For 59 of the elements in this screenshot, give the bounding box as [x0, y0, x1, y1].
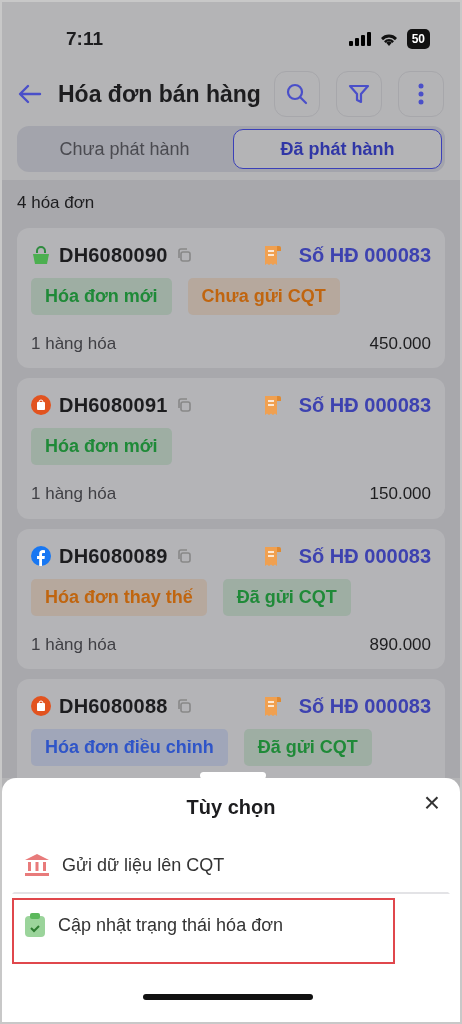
more-button[interactable] — [398, 71, 444, 117]
status-tag: Hóa đơn mới — [31, 428, 172, 465]
item-count: 1 hàng hóa — [31, 633, 117, 656]
more-icon — [418, 83, 424, 105]
status-tag: Hóa đơn điều chỉnh — [31, 729, 228, 766]
back-arrow-icon[interactable] — [18, 84, 42, 104]
close-button[interactable]: × — [417, 788, 446, 818]
search-icon — [285, 82, 309, 106]
menu-option[interactable]: Cập nhật trạng thái hóa đơn — [12, 898, 395, 964]
invoice-card[interactable]: DH6080089 Số HĐ 000083 Hóa đơn thay thế Đã gửi CQT 1 hàng hóa 890.000 — [17, 528, 445, 669]
item-count: 1 hàng hóa — [31, 483, 117, 505]
menu-option[interactable]: Gửi dữ liệu lên CQT — [12, 836, 450, 894]
invoice-number[interactable]: Số HĐ 000083 — [298, 390, 431, 420]
invoice-code: DH6080090 — [59, 242, 168, 268]
clipboard-check-icon — [24, 912, 46, 938]
item-count: 1 hàng hóa — [31, 332, 117, 355]
bag-icon — [31, 244, 51, 265]
invoice-number[interactable]: Số HĐ 000083 — [298, 691, 431, 721]
invoice-card[interactable]: DH6080090 Số HĐ 000083 Hóa đơn mới Chưa gửi CQT 1 hàng hóa 450.000 — [17, 227, 445, 368]
status-tag: Hóa đơn mới — [31, 277, 172, 315]
status-tag: Đã gửi CQT — [243, 729, 372, 766]
tab[interactable]: Đã phát hành — [233, 129, 442, 169]
receipt-icon — [262, 243, 283, 266]
invoice-total: 450.000 — [369, 332, 431, 355]
receipt-icon — [262, 394, 283, 416]
sheet-title: Tùy chọn — [186, 795, 276, 820]
invoice-code: DH6080089 — [59, 543, 168, 569]
bank-icon — [24, 853, 50, 877]
copy-icon[interactable] — [175, 246, 192, 263]
filter-icon — [347, 82, 371, 106]
facebook-icon — [31, 545, 51, 566]
shopping-bag-icon — [31, 395, 51, 415]
invoice-number[interactable]: Số HĐ 000083 — [298, 239, 431, 270]
invoice-code: DH6080088 — [59, 694, 168, 719]
wifi-icon — [378, 32, 399, 46]
status-tag: Đã gửi CQT — [222, 578, 351, 616]
battery-indicator: 50 — [406, 29, 430, 49]
tab[interactable]: Chưa phát hành — [20, 129, 229, 169]
invoice-card[interactable]: DH6080088 Số HĐ 000083 Hóa đơn điều chỉnh Đã gửi CQT — [17, 679, 445, 778]
copy-icon[interactable] — [175, 698, 192, 714]
invoice-total: 890.000 — [369, 633, 431, 656]
signal-icon — [348, 32, 371, 46]
status-time: 7:11 — [66, 26, 103, 51]
status-tag: Hóa đơn thay thế — [31, 578, 207, 616]
filter-button[interactable] — [336, 71, 382, 117]
invoice-count: 4 hóa đơn — [17, 192, 96, 214]
copy-icon[interactable] — [175, 397, 192, 413]
drag-handle[interactable] — [200, 772, 266, 779]
invoice-number[interactable]: Số HĐ 000083 — [298, 540, 431, 571]
invoice-card[interactable]: DH6080091 Số HĐ 000083 Hóa đơn mới 1 hàng hóa 150.000 — [17, 378, 445, 519]
search-button[interactable] — [274, 71, 320, 117]
invoice-code: DH6080091 — [59, 393, 168, 418]
receipt-icon — [262, 544, 283, 567]
copy-icon[interactable] — [175, 547, 192, 564]
invoice-total: 150.000 — [369, 483, 431, 505]
receipt-icon — [262, 695, 283, 717]
status-tag: Chưa gửi CQT — [187, 277, 340, 315]
shopping-bag-icon — [31, 696, 51, 716]
page-title: Hóa đơn bán hàng — [58, 79, 262, 109]
